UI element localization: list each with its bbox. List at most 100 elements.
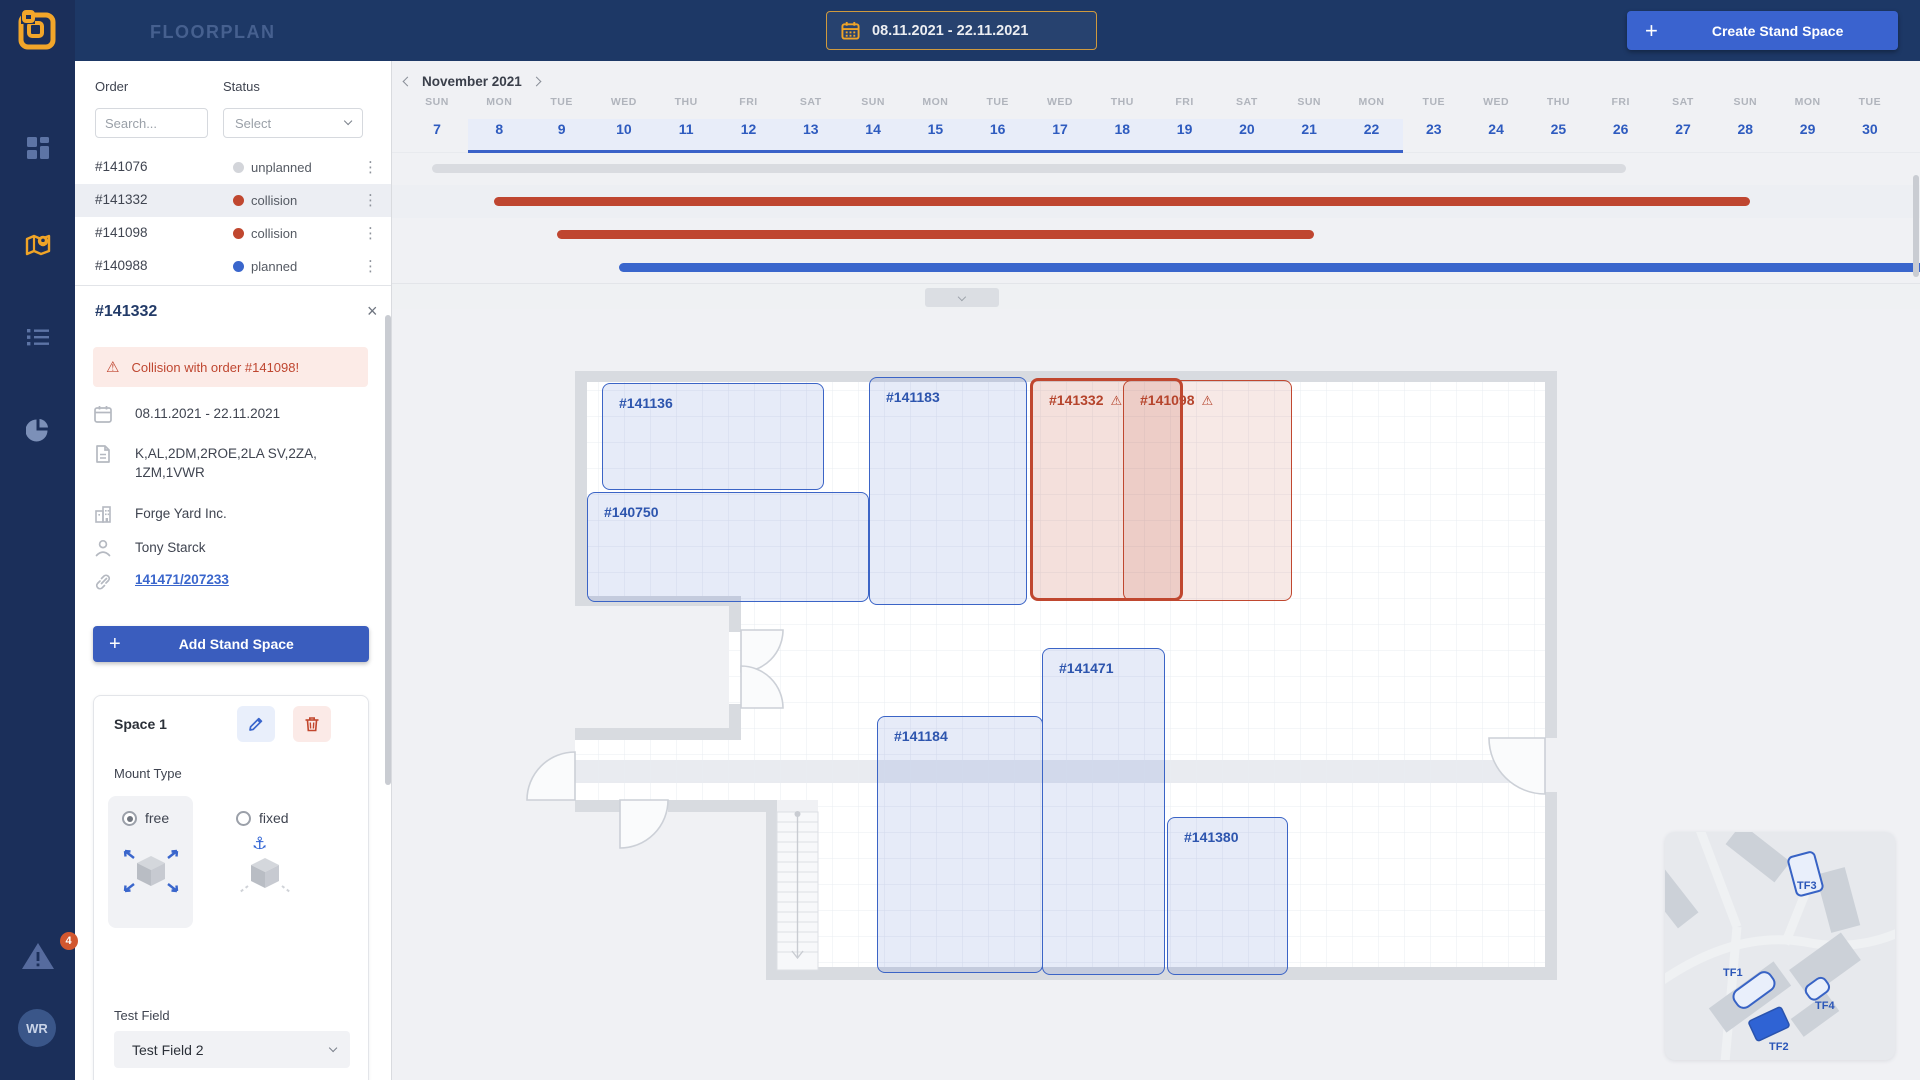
add-stand-space-label: Add Stand Space [179,636,294,652]
stand-label: #141380 [1184,829,1239,845]
radio-fixed[interactable] [236,811,251,826]
calendar-day-22[interactable]: MON22 [1341,96,1403,137]
timeline-scrollbar[interactable] [1913,175,1919,277]
sidebar-item-alerts[interactable]: 4 [0,940,75,977]
nav-sidebar: 4 WR [0,0,75,1080]
calendar-day-18[interactable]: THU18 [1091,96,1153,137]
day-of-week-label: WED [1029,96,1091,108]
detail-date-row: 08.11.2021 - 22.11.2021 [93,404,365,424]
calendar-day-12[interactable]: FRI12 [718,96,780,137]
mount-type-fixed-label: fixed [259,810,289,826]
day-number: 17 [1029,121,1091,137]
timeline-bar-141098[interactable] [557,230,1315,239]
minimap[interactable]: TF1 TF2 TF3 TF4 [1665,832,1895,1060]
calendar-day-23[interactable]: TUE23 [1403,96,1465,137]
calendar-day-7[interactable]: SUN7 [406,96,468,137]
add-stand-space-button[interactable]: + Add Stand Space [93,626,369,662]
stand-space-141136[interactable]: #141136 [602,383,824,490]
sidebar-item-floorplan[interactable] [0,231,75,259]
stand-label: #140750 [604,504,659,520]
test-field-dropdown[interactable]: Test Field 2 [114,1031,350,1068]
timeline-bar-141076[interactable] [432,164,1626,173]
link-icon [93,572,113,592]
delete-space-button[interactable] [293,706,331,742]
day-of-week-label: TUE [967,96,1029,108]
radio-free[interactable] [122,811,137,826]
calendar-day-26[interactable]: FRI26 [1590,96,1652,137]
calendar-day-24[interactable]: WED24 [1465,96,1527,137]
collapse-timeline-button[interactable] [925,288,999,307]
calendar-day-30[interactable]: TUE30 [1839,96,1901,137]
order-row-140988[interactable]: #140988planned⋮ [75,250,391,283]
stand-space-141380[interactable]: #141380 [1167,817,1288,975]
calendar-day-14[interactable]: SUN14 [842,96,904,137]
timeline-bar-140988[interactable] [619,263,1920,272]
calendar-day-19[interactable]: FRI19 [1154,96,1216,137]
timeline-bar-141332[interactable] [494,197,1750,206]
calendar-day-25[interactable]: THU25 [1527,96,1589,137]
edit-space-button[interactable] [237,706,275,742]
calendar-day-10[interactable]: WED10 [593,96,655,137]
calendar-day-11[interactable]: THU11 [655,96,717,137]
timeline-bars [392,152,1920,283]
create-stand-space-button[interactable]: + Create Stand Space [1627,11,1898,50]
day-of-week-label: SAT [780,96,842,108]
chevron-down-icon [958,292,966,300]
stand-space-140750[interactable]: #140750 [587,492,869,602]
detail-contact: Tony Starck [135,538,365,557]
status-filter-select[interactable]: Select [223,108,363,138]
prev-month-icon[interactable] [403,77,413,87]
calendar-day-21[interactable]: SUN 21 [1278,96,1340,137]
calendar-day-13[interactable]: SAT13 [780,96,842,137]
row-menu-icon[interactable]: ⋮ [363,191,378,209]
close-icon[interactable]: × [367,301,378,322]
stand-space-141332[interactable]: #141332⚠ [1030,378,1183,601]
month-label: November 2021 [422,74,522,89]
mount-type-option-free[interactable]: free [108,796,193,928]
day-number: 21 [1278,121,1340,137]
app-logo[interactable] [14,9,60,53]
pie-chart-icon [26,418,50,442]
order-row-141332[interactable]: #141332collision⋮ [75,184,391,217]
sidebar-item-reports[interactable] [0,418,75,442]
detail-items-row: K,AL,2DM,2ROE,2LA SV,2ZA, 1ZM,1VWR [93,444,365,482]
row-menu-icon[interactable]: ⋮ [363,158,378,176]
floorplan-canvas[interactable]: #141136 #140750 #141183 #141184#141471 #1413… [392,309,1920,1080]
calendar-day-8[interactable]: MON8 [468,96,530,137]
stand-space-141184[interactable]: #141184 [877,716,1043,973]
day-number: 7 [406,121,468,137]
calendar-day-17[interactable]: WED 17 [1029,96,1091,137]
order-search-input[interactable] [95,108,208,138]
sidebar-item-orders-list[interactable] [0,325,75,349]
row-menu-icon[interactable]: ⋮ [363,257,378,275]
row-menu-icon[interactable]: ⋮ [363,224,378,242]
calendar-day-20[interactable]: SAT20 [1216,96,1278,137]
sidebar-item-dashboard[interactable] [0,136,75,160]
order-list: #141076unplanned⋮#141332collision⋮#14109… [75,151,391,283]
calendar-day-9[interactable]: TUE9 [531,96,593,137]
order-row-141076[interactable]: #141076unplanned⋮ [75,151,391,184]
day-of-week-label: SUN [1278,96,1340,108]
detail-scrollbar[interactable] [385,315,391,785]
calendar-day-29[interactable]: MON29 [1777,96,1839,137]
next-month-icon[interactable] [531,77,541,87]
person-icon [93,538,113,558]
calendar-day-15[interactable]: MON15 [904,96,966,137]
day-number: 9 [531,121,593,137]
day-number: 16 [967,121,1029,137]
user-avatar[interactable]: WR [18,1009,56,1047]
collision-warning-banner: ⚠ Collision with order #141098! [93,347,368,387]
stand-space-141183[interactable]: #141183 [869,377,1027,605]
mount-type-option-fixed[interactable]: fixed ⚓ [222,796,307,928]
calendar-day-27[interactable]: SAT27 [1652,96,1714,137]
day-number: 26 [1590,121,1652,137]
calendar-day-28[interactable]: SUN28 [1714,96,1776,137]
map-icon [24,231,52,259]
order-row-141098[interactable]: #141098collision⋮ [75,217,391,250]
date-range-picker[interactable]: 08.11.2021 - 22.11.2021 [826,11,1097,50]
detail-order-link[interactable]: 141471/207233 [135,572,229,587]
calendar-day-16[interactable]: TUE 16 [967,96,1029,137]
day-number: 30 [1839,121,1901,137]
stand-space-141471[interactable]: #141471 [1042,648,1165,975]
minimap-label-tf1: TF1 [1723,967,1743,979]
